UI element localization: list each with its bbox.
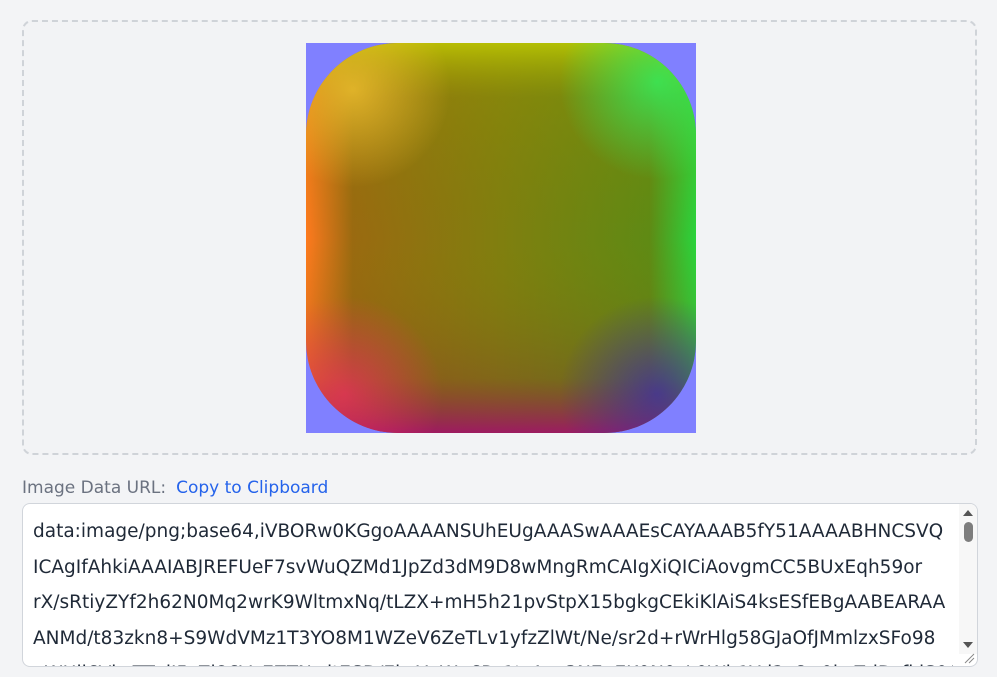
resize-handle-icon[interactable] bbox=[963, 652, 975, 664]
scroll-down-arrow-icon[interactable] bbox=[963, 642, 973, 648]
data-url-line: rX/sRtiyZYf2h62N0Mq2wrK9WltmxNq/tLZX+mH5… bbox=[33, 592, 946, 613]
textarea-scrollbar[interactable] bbox=[959, 504, 977, 654]
data-url-textarea[interactable]: data:image/png;base64,iVBORw0KGgoAAAANSU… bbox=[22, 503, 978, 667]
normal-map-preview-image bbox=[306, 43, 696, 433]
scroll-thumb[interactable] bbox=[964, 522, 973, 542]
data-url-line: data:image/png;base64,iVBORw0KGgoAAAANSU… bbox=[33, 521, 944, 542]
data-url-line: ICAgIfAhkiAAAIABJREFUeF7svWuQZMd1JpZd3dM… bbox=[33, 556, 923, 578]
scroll-up-arrow-icon[interactable] bbox=[963, 510, 973, 516]
data-url-line: oWHii6VbsTTvjI5sZj86Vu7ZTNwjt7SD/EbsYnWn… bbox=[33, 656, 953, 666]
data-url-label: Image Data URL: bbox=[22, 478, 167, 498]
image-drop-zone[interactable] bbox=[22, 20, 977, 455]
data-url-label-row: Image Data URL: Copy to Clipboard bbox=[22, 477, 328, 499]
copy-to-clipboard-button[interactable]: Copy to Clipboard bbox=[176, 478, 328, 498]
data-url-text[interactable]: data:image/png;base64,iVBORw0KGgoAAAANSU… bbox=[33, 514, 953, 666]
data-url-line: ANMd/t83zkn8+S9WdVMz1T3YO8M1WZeV6ZeTLv1y… bbox=[33, 627, 936, 649]
rounded-square-normal-map-icon bbox=[306, 43, 696, 433]
